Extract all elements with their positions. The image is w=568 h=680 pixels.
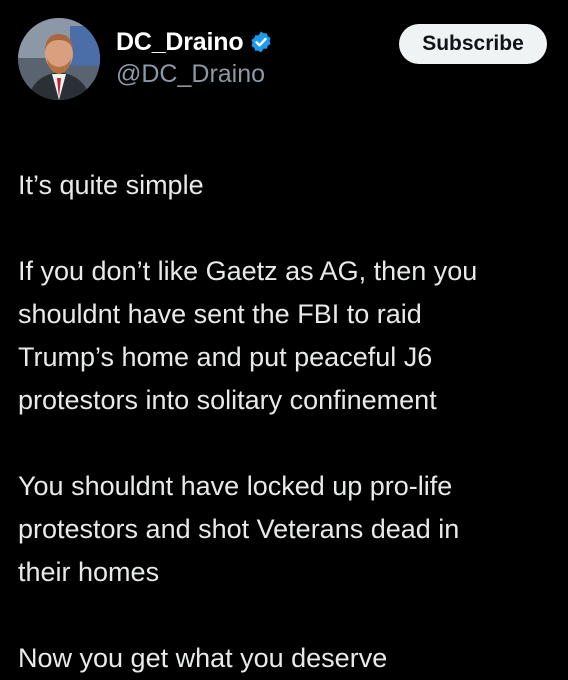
post-text-line: shouldnt have sent the FBI to raid xyxy=(18,299,422,329)
post-text-line: protestors into solitary confinement xyxy=(18,385,437,415)
avatar[interactable] xyxy=(18,18,100,100)
verified-badge-icon xyxy=(249,30,273,54)
post-paragraph: It’s quite simple xyxy=(18,164,552,207)
handle[interactable]: @DC_Draino xyxy=(116,60,552,89)
post-text-line: You shouldnt have locked up pro-life xyxy=(18,471,453,501)
post-card: DC_Draino @DC_Draino Subscribe It’s quit… xyxy=(0,0,568,678)
subscribe-button[interactable]: Subscribe xyxy=(399,24,547,64)
post-text-line: their homes xyxy=(18,557,160,587)
post-text-line: Trump’s home and put peaceful J6 xyxy=(18,342,433,372)
post-text-line: Now you get what you deserve xyxy=(18,643,388,673)
avatar-image xyxy=(18,18,100,100)
post-text: It’s quite simple If you don’t like Gaetz… xyxy=(18,164,552,680)
post-paragraph: You shouldnt have locked up pro-life prot… xyxy=(18,465,552,594)
post-text-line: If you don’t like Gaetz as AG, then you xyxy=(18,256,478,286)
post-text-line: It’s quite simple xyxy=(18,170,204,200)
post-text-line: protestors and shot Veterans dead in xyxy=(18,514,460,544)
display-name[interactable]: DC_Draino xyxy=(116,28,244,57)
post-paragraph: Now you get what you deserve xyxy=(18,637,552,680)
post-paragraph: If you don’t like Gaetz as AG, then you s… xyxy=(18,250,552,422)
